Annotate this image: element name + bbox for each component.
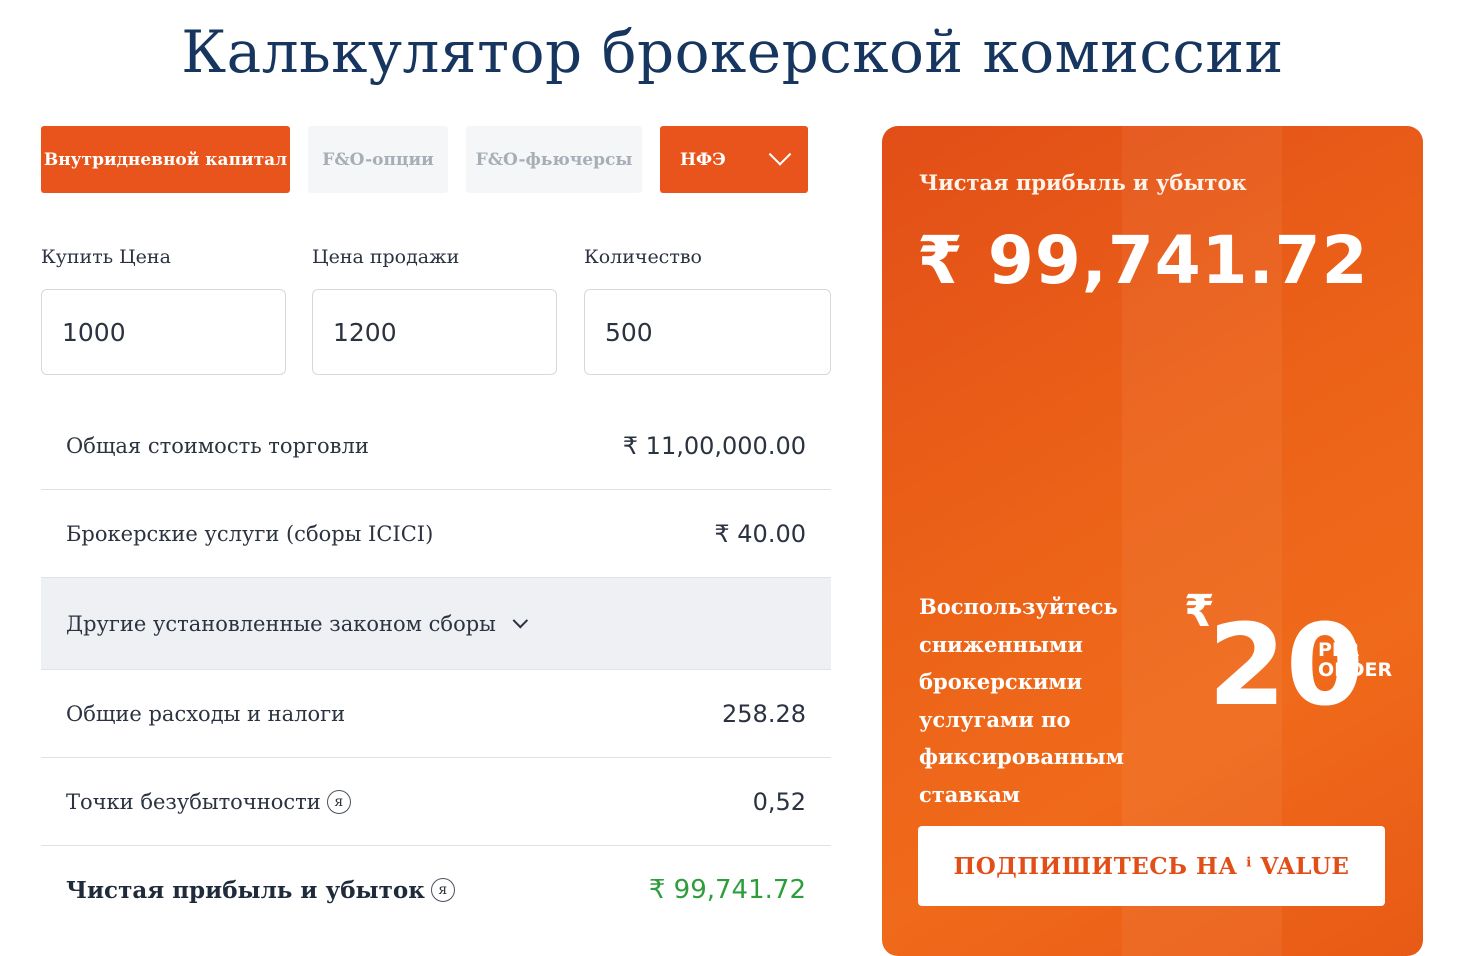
panel-title: Чистая прибыль и убыток — [919, 170, 1247, 195]
net-pnl-label: Чистая прибыль и убыток я — [66, 877, 455, 904]
buy-price-label: Купить Цена — [41, 246, 171, 268]
exchange-dropdown[interactable]: НФЭ — [660, 126, 808, 193]
promo-text: Воспользуйтесь сниженными брокерскими ус… — [919, 594, 1124, 807]
row-value: 258.28 — [722, 699, 806, 728]
net-pnl-row: Чистая прибыль и убыток я ₹ 99,741.72 — [41, 846, 831, 934]
quantity-input[interactable] — [584, 289, 831, 375]
buy-price-input[interactable] — [41, 289, 286, 375]
chevron-down-icon — [768, 142, 792, 166]
info-icon[interactable]: я — [430, 878, 455, 902]
tab-intraday-equity[interactable]: Внутридневной капитал — [41, 126, 290, 193]
rupee-20-per-order-graphic: ₹ 20 PER ORDER — [1184, 586, 1393, 714]
net-pnl-value: ₹ 99,741.72 — [648, 875, 806, 905]
row-value: 0,52 — [752, 787, 806, 816]
sell-price-label: Цена продажи — [312, 246, 460, 268]
total-turnover-row: Общая стоимость торговли ₹ 11,00,000.00 — [41, 402, 831, 490]
row-value: ₹ 40.00 — [714, 519, 806, 548]
row-label: Точки безубыточности — [66, 789, 321, 814]
row-label: Другие установленные законом сборы — [66, 611, 496, 636]
results-table: Общая стоимость торговли ₹ 11,00,000.00 … — [41, 402, 831, 934]
subscribe-button[interactable]: ПОДПИШИТЕСЬ НА ⁱ VALUE — [918, 826, 1385, 906]
statutory-charges-label: Другие установленные законом сборы — [66, 611, 528, 636]
tab-fo-futures[interactable]: F&O-фьючерсы — [466, 126, 642, 193]
row-value: ₹ 11,00,000.00 — [622, 431, 806, 460]
brokerage-row: Брокерские услуги (сборы ICICI) ₹ 40.00 — [41, 490, 831, 578]
info-icon[interactable]: я — [326, 789, 351, 814]
page-title: Калькулятор брокерской комиссии — [181, 18, 1284, 86]
promo-order-text: ORDER — [1318, 659, 1393, 681]
row-label: Общая стоимость торговли — [66, 433, 369, 458]
chevron-down-icon — [512, 612, 528, 629]
pnl-summary-panel: Чистая прибыль и убыток ₹ 99,741.72 Восп… — [882, 126, 1423, 956]
total-charges-row: Общие расходы и налоги 258.28 — [41, 670, 831, 758]
breakeven-row: Точки безубыточности я 0,52 — [41, 758, 831, 846]
breakeven-label: Точки безубыточности я — [66, 789, 351, 814]
quantity-label: Количество — [584, 246, 702, 268]
tab-fo-options[interactable]: F&O-опции — [308, 126, 448, 193]
promo-per-text: PER — [1318, 639, 1360, 661]
statutory-charges-toggle[interactable]: Другие установленные законом сборы — [41, 578, 831, 670]
segment-tabs: Внутридневной капитал F&O-опции F&O-фьюч… — [41, 126, 808, 193]
sell-price-input[interactable] — [312, 289, 557, 375]
row-label: Брокерские услуги (сборы ICICI) — [66, 521, 434, 546]
panel-amount: ₹ 99,741.72 — [917, 222, 1369, 299]
exchange-dropdown-label: НФЭ — [680, 149, 726, 170]
row-label: Чистая прибыль и убыток — [66, 876, 425, 904]
row-label: Общие расходы и налоги — [66, 701, 346, 726]
